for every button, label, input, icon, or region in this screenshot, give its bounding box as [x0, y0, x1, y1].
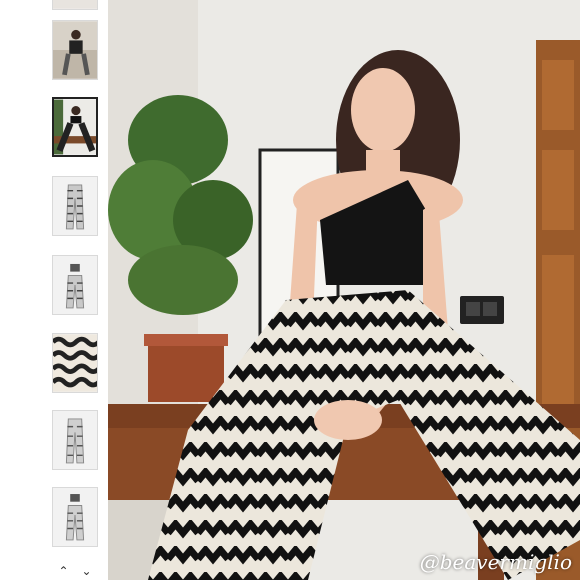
thumbnail-previous[interactable] [52, 0, 98, 10]
thumbnail-trousers-front[interactable] [52, 176, 98, 236]
product-photo [108, 0, 580, 580]
thumbnail-set-back[interactable] [52, 487, 98, 547]
thumbnail-outfit-front[interactable] [52, 97, 98, 157]
watermark-text: @beavermiglio [419, 550, 572, 574]
thumbnail-rail: ⌃ ⌄ [0, 0, 108, 580]
thumbnail-outfit-seated[interactable] [52, 20, 98, 80]
main-product-image: @beavermiglio [108, 0, 580, 580]
chevron-up-icon[interactable]: ⌃ [58, 562, 68, 580]
thumbnail-set-flat[interactable] [52, 255, 98, 315]
thumbnail-navigation: ⌃ ⌄ [52, 562, 98, 580]
chevron-down-icon[interactable]: ⌄ [81, 562, 91, 580]
thumbnail-trousers-back[interactable] [52, 410, 98, 470]
thumbnail-fabric-detail[interactable] [52, 333, 98, 393]
